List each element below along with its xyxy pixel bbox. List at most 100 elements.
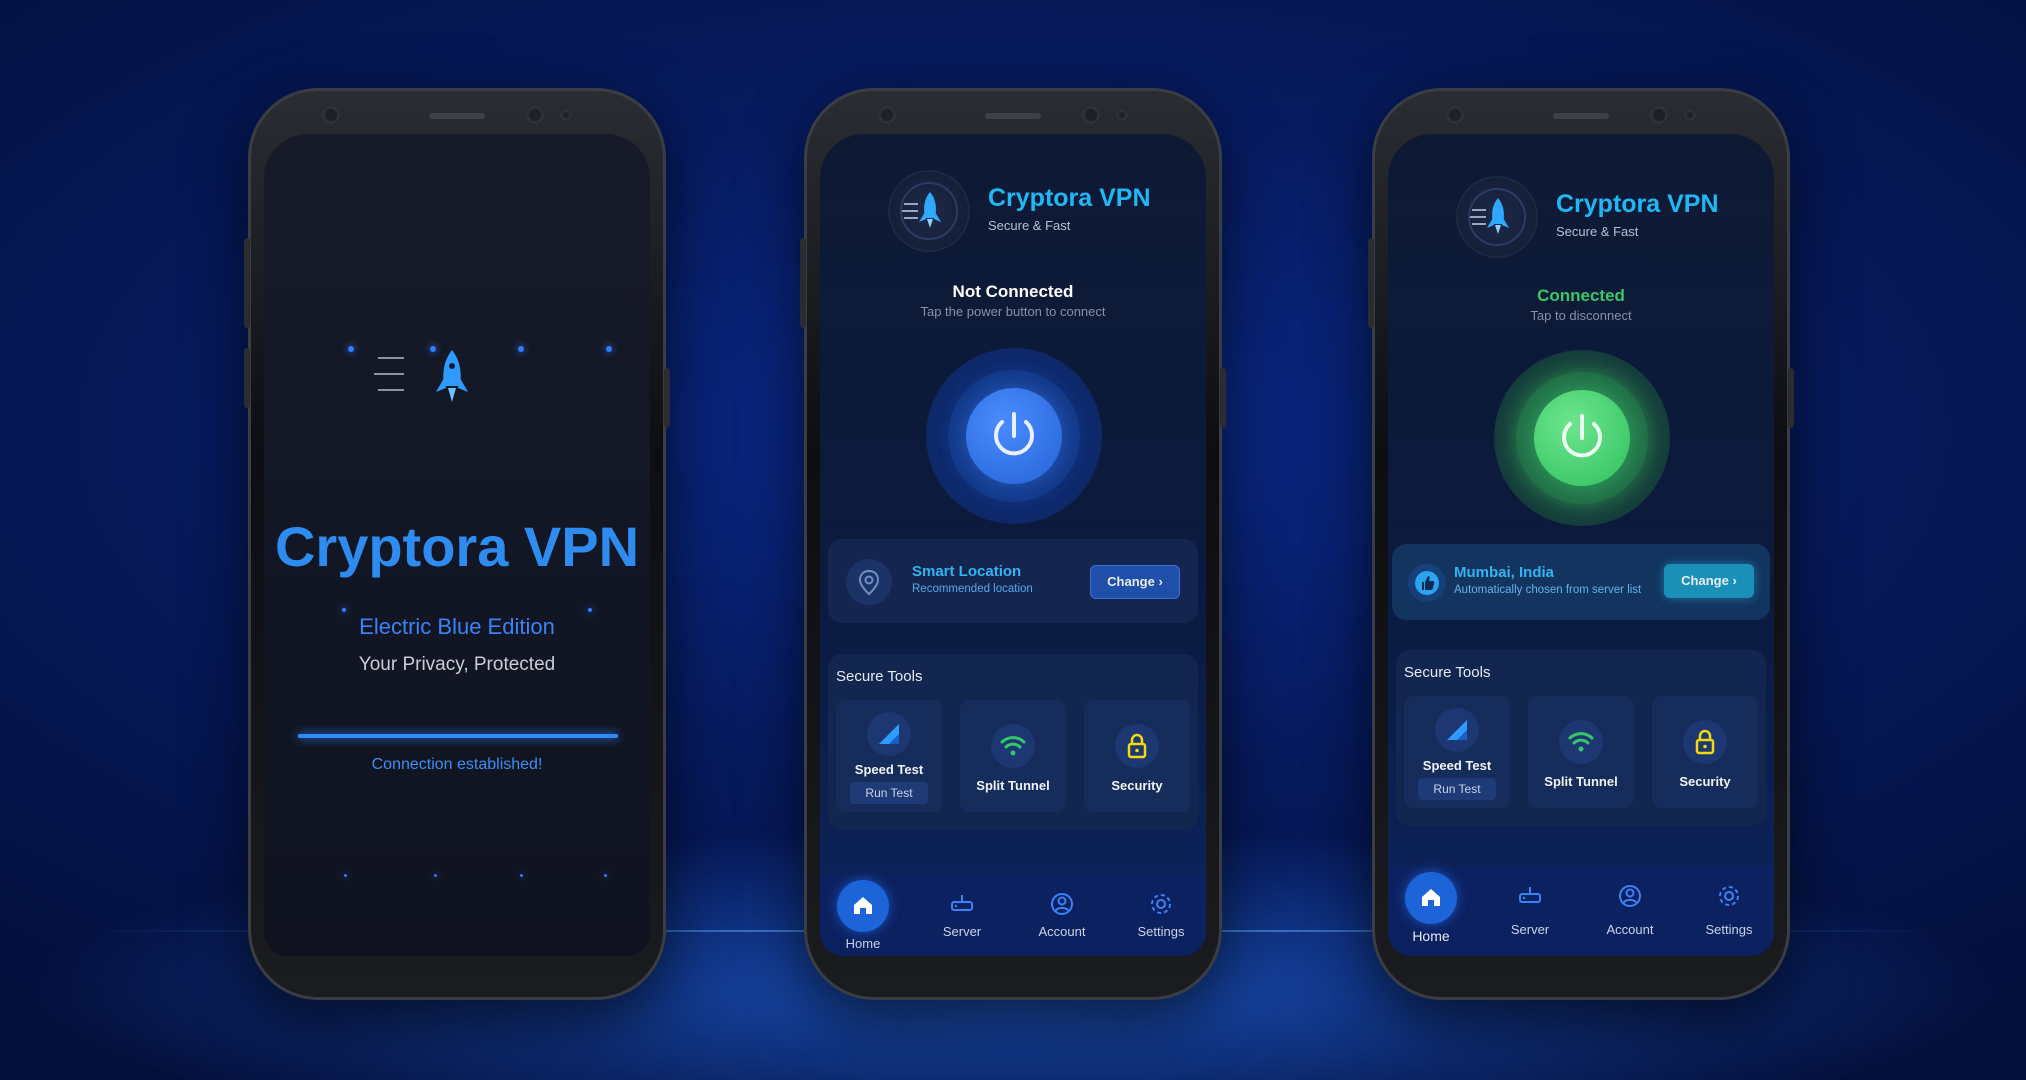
power-ring-outer (926, 348, 1102, 524)
app-subtitle: Secure & Fast (1556, 224, 1639, 239)
nav-label: Home (1412, 928, 1450, 944)
tool-security[interactable]: Security (1652, 696, 1758, 808)
tool-label: Speed Test (854, 762, 924, 777)
sensor (1082, 106, 1100, 124)
power-button-hw (664, 368, 670, 428)
power-icon (1562, 414, 1602, 458)
glow-dot (342, 608, 346, 612)
nav-server[interactable]: Server (1492, 878, 1568, 937)
sensor (526, 106, 544, 124)
home-screen-connected: Cryptora VPN Secure & Fast Connected Tap… (1388, 134, 1774, 956)
tool-label: Security (1111, 778, 1163, 793)
tool-label: Speed Test (1422, 758, 1492, 773)
bottom-nav: Home Server Account Settings (820, 876, 1206, 956)
app-logo (1458, 178, 1536, 256)
location-desc: Recommended location (912, 583, 1033, 595)
tool-speed-test[interactable]: Speed Test Run Test (836, 700, 942, 812)
splash-status: Connection established! (371, 756, 543, 773)
gear-icon (1147, 890, 1175, 918)
splash-tagline: Your Privacy, Protected (358, 654, 556, 675)
power-button-hw (1788, 368, 1794, 428)
bixby-button (244, 348, 250, 408)
connection-hint: Tap the power button to connect (920, 304, 1106, 319)
glow-dot (520, 874, 523, 877)
location-card[interactable]: Smart Location Recommended location Chan… (828, 539, 1198, 623)
nav-home[interactable]: Home (825, 880, 901, 951)
glow-dot (344, 874, 347, 877)
rocket-icon (374, 350, 468, 402)
secure-tools-card: Secure Tools Speed Test Run Test Split T… (828, 654, 1198, 830)
location-name: Smart Location (912, 563, 1022, 580)
location-name: Mumbai, India (1454, 564, 1555, 581)
tools-title: Secure Tools (1404, 664, 1491, 681)
phone-connected: Cryptora VPN Secure & Fast Connected Tap… (1368, 88, 1794, 1000)
change-location-button[interactable]: Change › (1090, 565, 1180, 599)
change-label: Change (1681, 573, 1729, 588)
nav-label: Settings (1137, 924, 1185, 939)
change-location-button[interactable]: Change › (1664, 564, 1754, 598)
nav-label: Server (1510, 922, 1550, 937)
nav-home[interactable]: Home (1393, 872, 1469, 944)
nav-account[interactable]: Account (1592, 878, 1668, 937)
wifi-icon (991, 724, 1035, 768)
wifi-icon (1559, 720, 1603, 764)
rocket-icon (900, 182, 958, 240)
power-toggle-button[interactable] (1534, 390, 1630, 486)
tool-label: Split Tunnel (976, 778, 1050, 793)
nav-label: Account (1038, 924, 1086, 939)
front-camera (322, 106, 340, 124)
secure-tools-card: Secure Tools Speed Test Run Test Split T… (1396, 650, 1766, 826)
app-subtitle: Secure & Fast (988, 218, 1071, 233)
server-icon (948, 890, 976, 918)
glow-dot (588, 608, 592, 612)
front-camera (878, 106, 896, 124)
gear-icon (1715, 882, 1743, 910)
nav-settings[interactable]: Settings (1123, 886, 1199, 939)
phone-splash: Cryptora VPN Electric Blue Edition Your … (244, 88, 670, 1000)
chevron-right-icon: › (1158, 574, 1163, 589)
bottom-nav: Home Server Account Settings (1388, 868, 1774, 956)
volume-button (1368, 238, 1374, 328)
earpiece (1553, 113, 1609, 119)
tool-security[interactable]: Security (1084, 700, 1190, 812)
sensor (560, 109, 572, 121)
sensor (1116, 109, 1128, 121)
app-title: Cryptora VPN (1556, 190, 1719, 218)
account-icon (1048, 890, 1076, 918)
tool-split-tunnel[interactable]: Split Tunnel (960, 700, 1066, 812)
tool-speed-test[interactable]: Speed Test Run Test (1404, 696, 1510, 808)
tool-label: Security (1679, 774, 1731, 789)
nav-label: Home (845, 936, 881, 951)
account-icon (1616, 882, 1644, 910)
nav-server[interactable]: Server (924, 886, 1000, 939)
glow-dot (430, 346, 436, 352)
phone-disconnected: Cryptora VPN Secure & Fast Not Connected… (800, 88, 1226, 1000)
lock-icon (1683, 720, 1727, 764)
sensor (1650, 106, 1668, 124)
signal-icon (867, 712, 911, 756)
power-toggle-button[interactable] (966, 388, 1062, 484)
nav-account[interactable]: Account (1024, 886, 1100, 939)
connection-hint: Tap to disconnect (1530, 308, 1632, 323)
change-label: Change (1107, 574, 1155, 589)
glow-dot (606, 346, 612, 352)
home-icon (1405, 872, 1457, 924)
run-test-button[interactable]: Run Test (1418, 778, 1496, 800)
signal-icon (1435, 708, 1479, 752)
rocket-icon (1468, 188, 1526, 246)
splash-screen: Cryptora VPN Electric Blue Edition Your … (264, 134, 650, 956)
location-pin-icon (846, 559, 892, 605)
splash-title: Cryptora VPN (274, 515, 640, 578)
power-button-hw (1220, 368, 1226, 428)
thumbs-up-icon (1408, 564, 1446, 602)
glow-dot (604, 874, 607, 877)
nav-settings[interactable]: Settings (1691, 878, 1767, 937)
location-card[interactable]: Mumbai, India Automatically chosen from … (1392, 544, 1770, 620)
location-desc: Automatically chosen from server list (1454, 584, 1642, 596)
nav-label: Settings (1705, 922, 1753, 937)
earpiece (985, 113, 1041, 119)
run-test-button[interactable]: Run Test (850, 782, 928, 804)
tool-split-tunnel[interactable]: Split Tunnel (1528, 696, 1634, 808)
power-icon (994, 412, 1034, 456)
connection-status: Not Connected (952, 282, 1074, 301)
